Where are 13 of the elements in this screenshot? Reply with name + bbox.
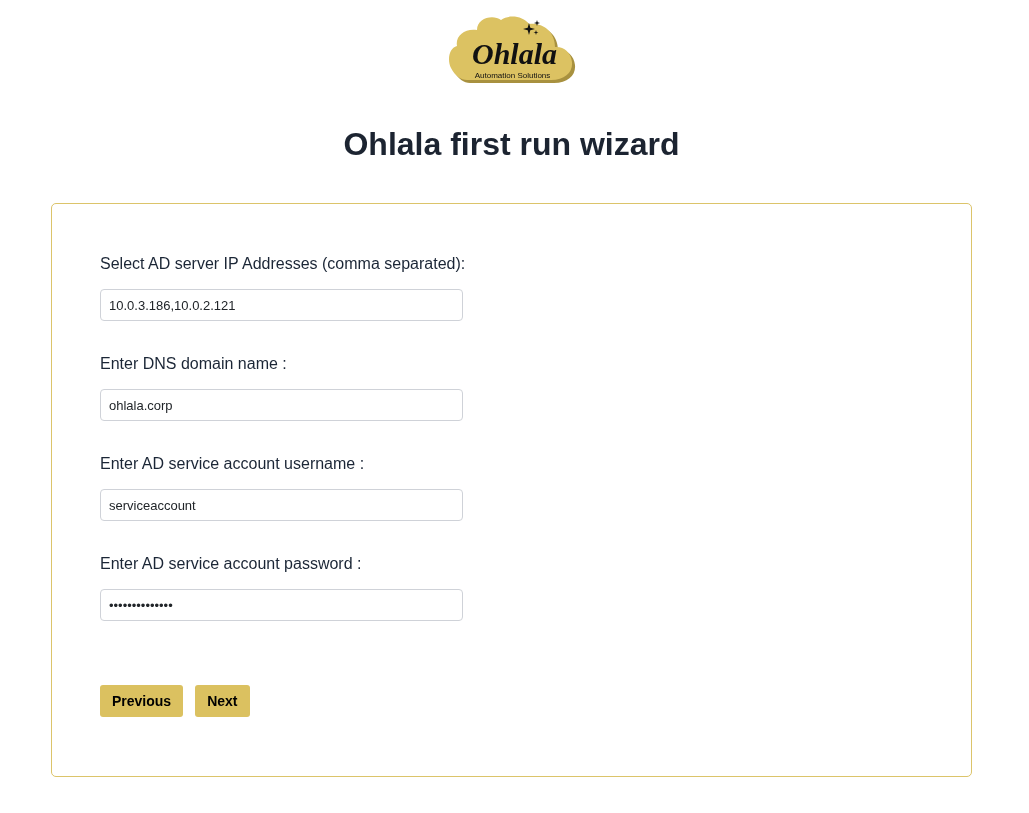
input-field[interactable]: •••••••••••••• [100, 589, 463, 621]
page-title: Ohlala first run wizard [343, 125, 680, 164]
input-field[interactable]: ohlala.corp [100, 389, 463, 421]
input-field[interactable]: 10.0.3.186,10.0.2.121 [100, 289, 463, 321]
logo-tagline: Automation Solutions [473, 71, 552, 80]
wizard-button[interactable]: Previous [100, 685, 184, 717]
logo-wordmark: Ohlala [471, 38, 558, 70]
field-label: Enter AD service account password : [100, 554, 362, 574]
input-field[interactable]: serviceaccount [100, 489, 463, 521]
wizard-button[interactable]: Next [195, 685, 250, 717]
field-label: Enter AD service account username : [100, 454, 365, 474]
field-label: Enter DNS domain name : [100, 354, 287, 374]
field-label: Select AD server IP Addresses (comma separated): [100, 254, 466, 274]
